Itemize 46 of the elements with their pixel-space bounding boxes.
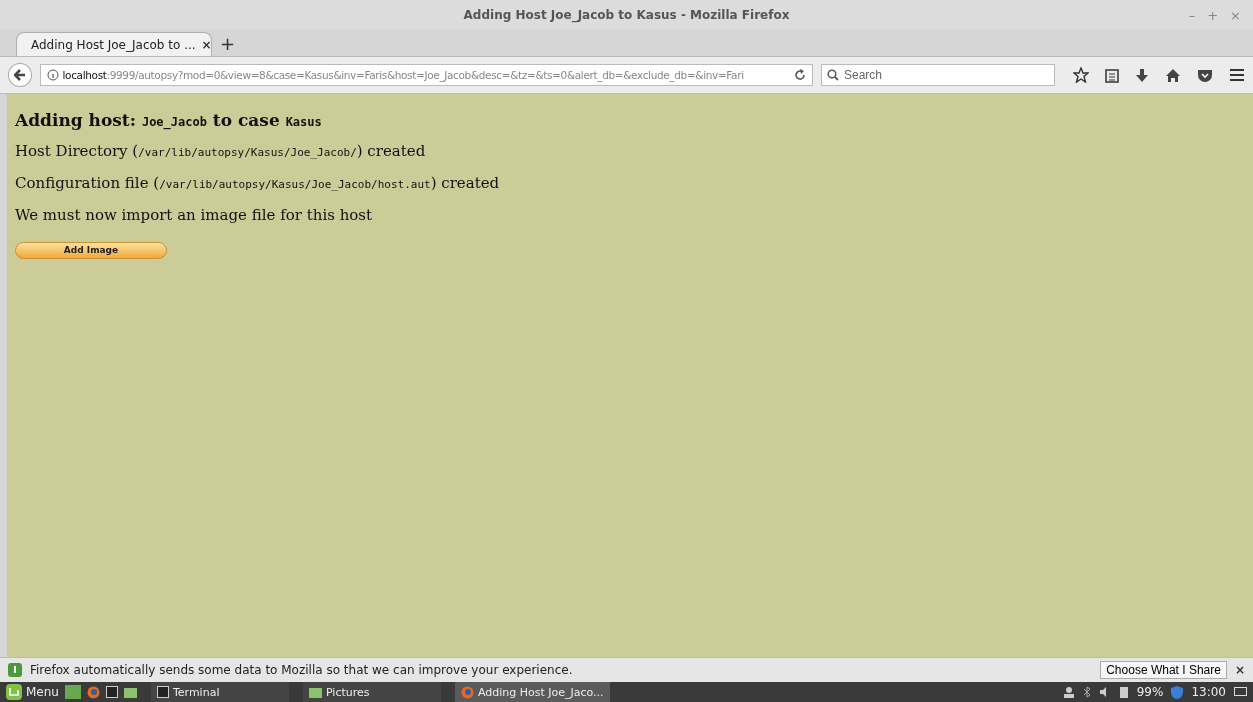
status-text: We must now import an image file for this host [15,206,374,224]
terminal-icon [156,686,169,698]
taskbar-window[interactable]: Pictures [302,682,441,702]
home-icon[interactable] [1165,67,1181,83]
menu-label[interactable]: Menu [26,685,59,699]
desktop-icon[interactable] [64,685,81,699]
close-icon[interactable]: × [1234,663,1245,677]
window-switcher-icon[interactable] [1234,686,1247,698]
battery-icon[interactable] [1118,686,1129,698]
star-icon[interactable] [1073,67,1089,83]
address-bar[interactable]: localhost:9999/autopsy?mod=0&view=8&case=Kasus&inv=Faris&host=Joe_Jacob&desc=&tz=&ts=0&alert_db=&exclude_db=&inv=Fari [39,64,813,86]
page-heading: Adding host: Joe_Jacob to case Kasus [15,110,323,130]
bluetooth-icon[interactable] [1082,686,1091,698]
firefox-icon [86,685,100,699]
reload-icon[interactable] [794,69,806,81]
download-icon[interactable] [1135,67,1149,83]
choose-share-button[interactable]: Choose What I Share [1100,661,1227,679]
clock: 13:00 [1191,685,1226,699]
search-field[interactable]: Search [821,64,1055,86]
search-icon [827,69,839,81]
folder-icon [123,686,137,698]
back-button[interactable] [8,63,32,87]
browser-tab[interactable]: Adding Host Joe_Jacob to ... × [16,32,212,56]
terminal-icon [105,686,118,698]
window-title: Adding Host Joe_Jacob to Kasus - Mozilla Firefox [463,8,790,22]
taskbar-window[interactable]: Adding Host Joe_Jaco... [454,682,610,702]
info-icon [46,69,59,81]
notification-text: Firefox automatically sends some data to Mozilla so that we can improve your experience. [30,663,574,677]
shield-icon[interactable] [1171,685,1184,699]
user-icon[interactable] [1062,686,1075,698]
status-text: Configuration file (/var/lib/autopsy/Kasus/Joe_Jacob/host.aut) created [15,174,501,192]
folder-icon [308,686,322,698]
clipboard-icon[interactable] [1105,67,1119,83]
taskbar-window[interactable]: Terminal [150,682,289,702]
info-icon [8,663,22,677]
menu-icon[interactable] [1229,68,1245,82]
add-image-button[interactable]: Add Image [15,241,167,259]
url-text: localhost:9999/autopsy?mod=0&view=8&case=Kasus&inv=Faris&host=Joe_Jacob&desc=&tz=&ts=0&alert_db=&exclude_db=&inv=Fari [62,69,745,81]
status-text: Host Directory (/var/lib/autopsy/Kasus/Joe_Jacob/) created [15,142,427,160]
back-arrow-icon [13,69,26,81]
mint-logo-icon[interactable] [6,684,22,700]
battery-text: 99% [1136,685,1164,699]
pocket-icon[interactable] [1197,68,1213,82]
firefox-icon [460,685,474,699]
close-icon[interactable]: × [201,37,212,52]
new-tab-button[interactable]: + [220,33,236,54]
